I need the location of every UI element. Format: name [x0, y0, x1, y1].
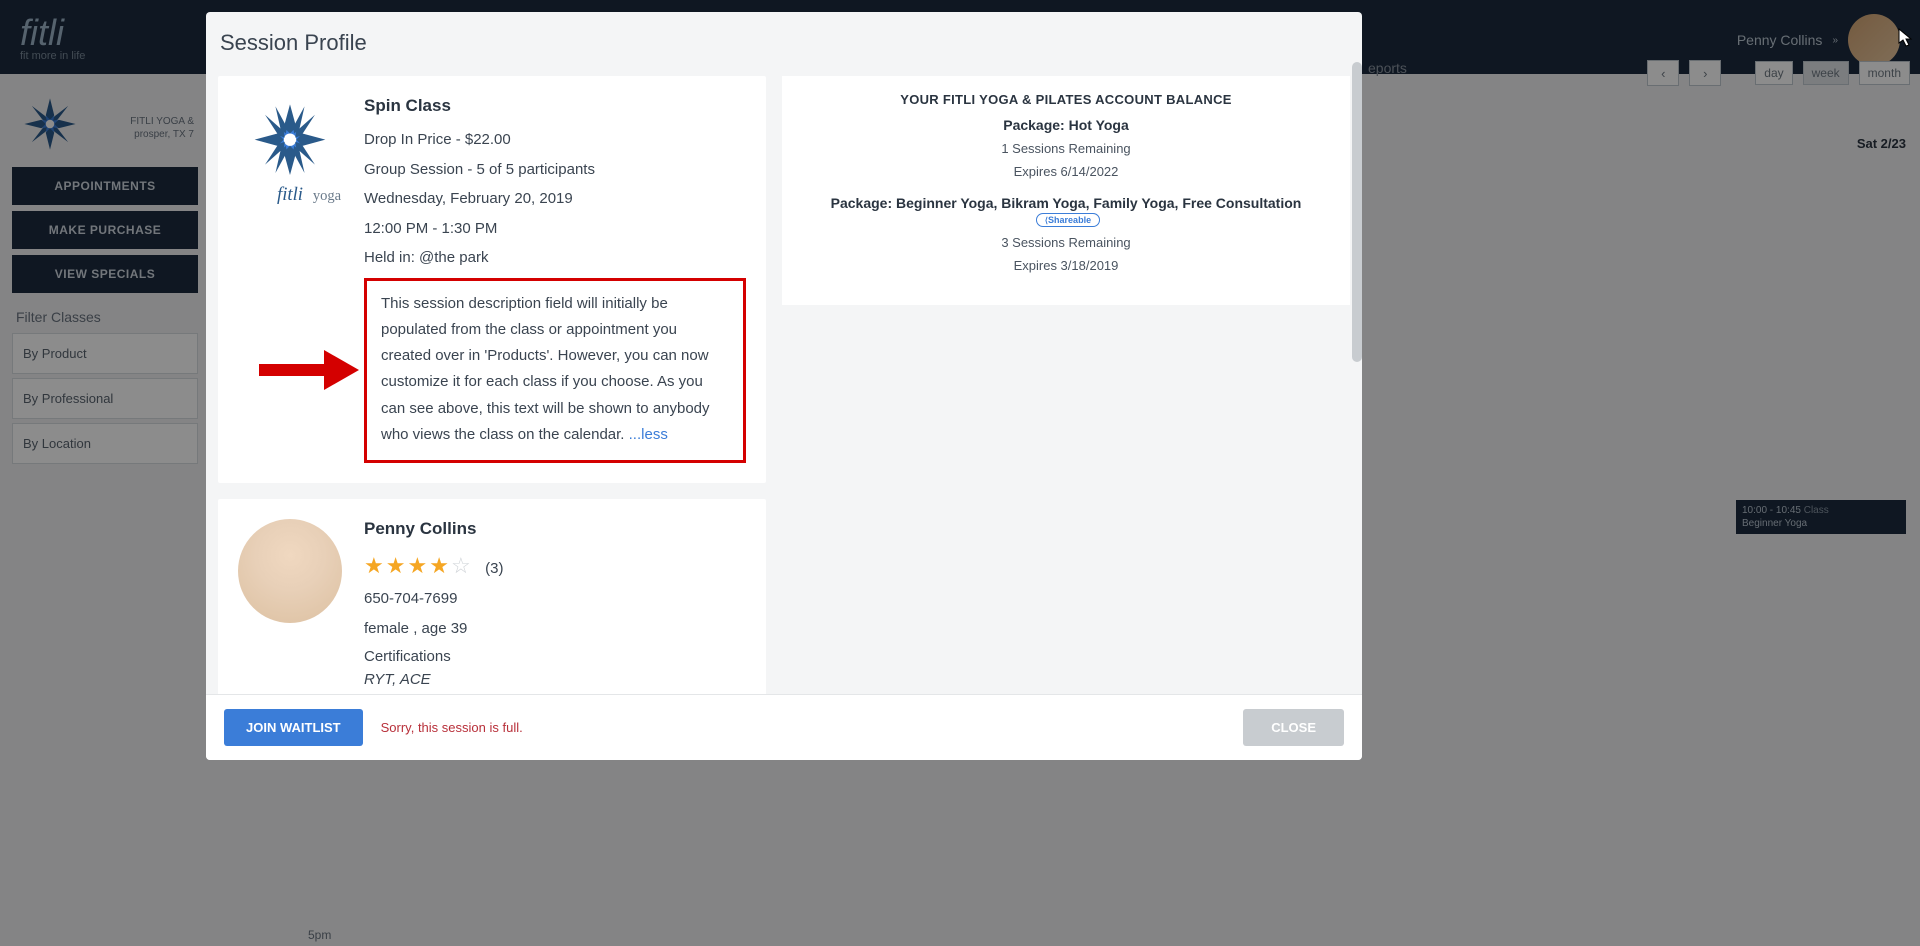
join-waitlist-button[interactable]: JOIN WAITLIST — [224, 709, 363, 746]
session-location: Held in: @the park — [364, 248, 746, 268]
modal-title: Session Profile — [206, 12, 1362, 76]
svg-text:fitli: fitli — [277, 184, 303, 205]
session-logo: fitli yoga — [238, 96, 342, 206]
instructor-phone: 650-704-7699 — [364, 589, 746, 609]
modal-footer: JOIN WAITLIST Sorry, this session is ful… — [206, 694, 1362, 760]
session-price: Drop In Price - $22.00 — [364, 130, 746, 150]
package-2-name: Package: Beginner Yoga, Bikram Yoga, Fam… — [802, 195, 1330, 227]
session-full-message: Sorry, this session is full. — [381, 720, 523, 735]
cursor-icon — [1898, 28, 1914, 48]
svg-text:yoga: yoga — [313, 188, 342, 204]
star-icon: ★ — [429, 553, 451, 578]
arrow-annotation — [259, 350, 359, 390]
rating-count: (3) — [485, 560, 503, 577]
balance-title: YOUR FITLI YOGA & PILATES ACCOUNT BALANC… — [802, 92, 1330, 107]
session-time: 12:00 PM - 1:30 PM — [364, 219, 746, 239]
package-1-sessions: 1 Sessions Remaining — [802, 141, 1330, 156]
instructor-name: Penny Collins — [364, 519, 746, 539]
instructor-card: Penny Collins ★★★★☆ (3) 650-704-7699 fem… — [218, 499, 766, 694]
package-2-sessions: 3 Sessions Remaining — [802, 235, 1330, 250]
session-card: fitli yoga Spin Class Drop In Price - $2… — [218, 76, 766, 483]
close-button[interactable]: CLOSE — [1243, 709, 1344, 746]
star-icon: ★ — [386, 553, 408, 578]
star-empty-icon: ☆ — [451, 553, 473, 578]
star-icon: ★ — [364, 553, 386, 578]
shareable-badge: ⟨Shareable — [1036, 213, 1100, 227]
session-description-box: This session description field will init… — [364, 278, 746, 464]
session-name: Spin Class — [364, 96, 746, 116]
session-description: This session description field will init… — [381, 295, 710, 443]
package-1-expires: Expires 6/14/2022 — [802, 164, 1330, 179]
session-date: Wednesday, February 20, 2019 — [364, 189, 746, 209]
scrollbar[interactable] — [1352, 62, 1362, 362]
package-2-expires: Expires 3/18/2019 — [802, 258, 1330, 273]
package-1-name: Package: Hot Yoga — [802, 117, 1330, 133]
certifications-label: Certifications — [364, 648, 746, 665]
instructor-demo: female , age 39 — [364, 619, 746, 639]
certifications-value: RYT, ACE — [364, 671, 746, 688]
star-icon: ★ — [407, 553, 429, 578]
account-balance-card: YOUR FITLI YOGA & PILATES ACCOUNT BALANC… — [782, 76, 1350, 305]
instructor-avatar — [238, 519, 342, 623]
less-link[interactable]: ...less — [629, 426, 668, 443]
session-group: Group Session - 5 of 5 participants — [364, 160, 746, 180]
session-profile-modal: Session Profile — [206, 12, 1362, 760]
